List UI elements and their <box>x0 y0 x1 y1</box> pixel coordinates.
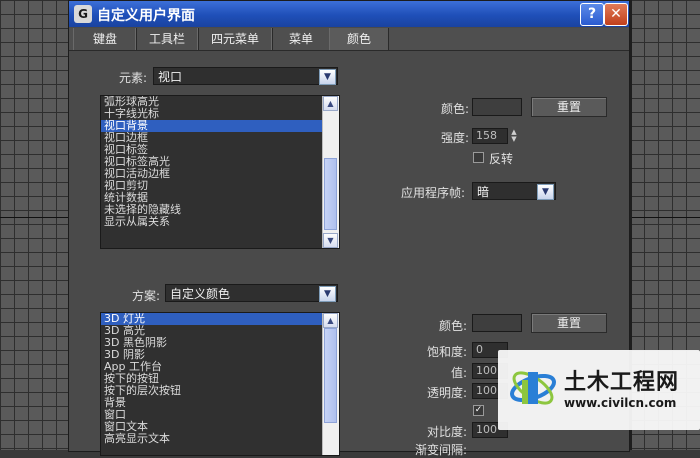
chevron-down-icon[interactable]: ▼ <box>319 286 336 302</box>
contrast-value: 100 <box>476 423 497 436</box>
scheme-dropdown-value: 自定义颜色 <box>170 287 231 301</box>
scheme-color-label: 颜色: <box>439 319 468 333</box>
scheme-dropdown[interactable]: 自定义颜色 ▼ <box>165 284 338 302</box>
tab-menus[interactable]: 菜单 <box>271 28 331 50</box>
value-label: 值: <box>451 366 468 380</box>
tab-colors[interactable]: 颜色 <box>329 28 389 50</box>
title-bar[interactable]: G 自定义用户界面 ? ✕ <box>69 1 629 27</box>
scroll-down-arrow-icon[interactable]: ▼ <box>323 233 338 248</box>
scheme-listbox[interactable]: 3D 灯光 3D 高光 3D 黑色阴影 3D 阴影 App 工作台 按下的按钮 按下的层次按… <box>100 312 340 456</box>
scheme-list-item[interactable]: 按下的层次按钮 <box>101 385 339 397</box>
saturation-value: 0 <box>476 343 483 356</box>
intensity-label: 强度: <box>441 131 470 145</box>
scheme-list-item[interactable]: 高亮显示文本 <box>101 433 339 445</box>
element-color-swatch[interactable] <box>472 98 522 116</box>
element-reset-button[interactable]: 重置 <box>531 97 607 117</box>
tab-quad-menus[interactable]: 四元菜单 <box>197 28 273 50</box>
element-list-item[interactable]: 显示从属关系 <box>101 216 339 228</box>
scheme-option-checkbox[interactable]: ✓ <box>473 405 484 416</box>
elements-scrollbar[interactable]: ▲ ▼ <box>322 96 339 248</box>
scroll-up-arrow-icon[interactable]: ▲ <box>323 96 338 111</box>
tab-keyboard[interactable]: 键盘 <box>73 28 137 50</box>
close-button[interactable]: ✕ <box>604 3 628 26</box>
spinner-arrows-icon[interactable]: ▲ ▼ <box>509 129 519 143</box>
help-button[interactable]: ? <box>580 3 604 26</box>
scheme-list-item[interactable]: 背景 <box>101 397 339 409</box>
scroll-thumb[interactable] <box>324 328 337 423</box>
elements-listbox[interactable]: 弧形球高光 十字线光标 视口背景 视口边框 视口标签 视口标签高光 视口活动边框 视口剪切 统计… <box>100 95 340 249</box>
watermark-logo: 土木工程网 www.civilcn.com <box>498 350 700 430</box>
scheme-reset-button[interactable]: 重置 <box>531 313 607 333</box>
chevron-down-icon[interactable]: ▼ <box>537 184 554 200</box>
watermark-name: 土木工程网 <box>564 370 680 395</box>
elements-label: 元素: <box>119 71 148 85</box>
elements-dropdown-value: 视口 <box>158 70 183 84</box>
value-value: 100 <box>476 364 497 377</box>
scheme-label: 方案: <box>132 289 161 303</box>
scheme-color-swatch[interactable] <box>472 314 522 332</box>
scroll-thumb[interactable] <box>324 158 337 230</box>
app-frame-label: 应用程序帧: <box>401 186 466 200</box>
invert-label: 反转 <box>489 152 514 166</box>
transparency-label: 透明度: <box>427 386 468 400</box>
intensity-spinner[interactable]: 158 ▲ ▼ <box>472 128 517 144</box>
element-color-label: 颜色: <box>441 102 470 116</box>
tab-bar: 键盘 工具栏 四元菜单 菜单 颜色 <box>69 28 629 51</box>
chevron-down-icon[interactable]: ▼ <box>319 69 336 85</box>
window-title: 自定义用户界面 <box>97 8 195 24</box>
saturation-label: 饱和度: <box>427 345 468 359</box>
watermark-url: www.civilcn.com <box>564 396 677 410</box>
contrast-label: 对比度: <box>427 425 468 439</box>
app-frame-dropdown[interactable]: 暗 ▼ <box>472 182 556 200</box>
intensity-value: 158 <box>476 129 497 142</box>
tab-toolbars[interactable]: 工具栏 <box>135 28 199 50</box>
civilcn-logo-icon <box>510 371 556 405</box>
app-icon: G <box>74 5 92 23</box>
elements-dropdown[interactable]: 视口 ▼ <box>153 67 338 85</box>
invert-checkbox[interactable] <box>473 152 484 163</box>
app-frame-value: 暗 <box>477 185 490 199</box>
scheme-scrollbar[interactable]: ▲ <box>322 313 339 455</box>
transparency-value: 100 <box>476 384 497 397</box>
scroll-up-arrow-icon[interactable]: ▲ <box>323 313 338 328</box>
